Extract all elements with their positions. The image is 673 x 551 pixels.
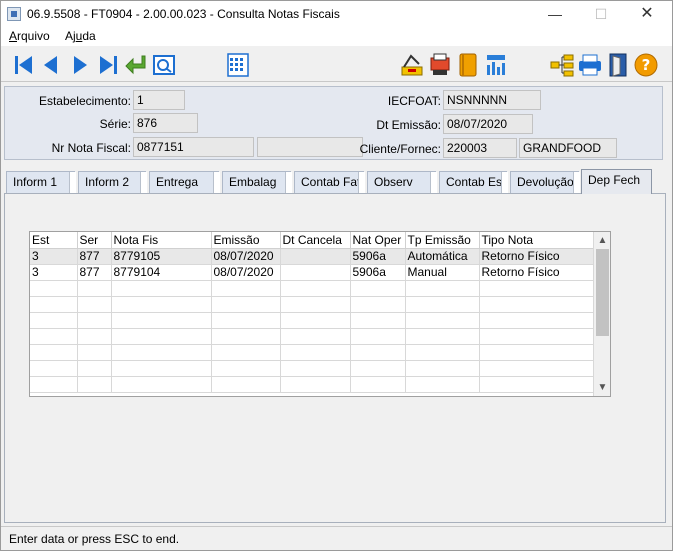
app-icon (7, 7, 21, 21)
menu-ajuda[interactable]: Ajuda (65, 29, 96, 43)
last-record-icon[interactable] (95, 52, 121, 78)
table-cell: 08/07/2020 (211, 264, 281, 281)
table-cell: 5906a (350, 264, 406, 281)
table-cell: 5906a (350, 248, 406, 265)
cliente-name-field[interactable]: GRANDFOOD (519, 138, 617, 158)
tab-inform-1[interactable]: Inform 1 (6, 171, 76, 194)
tab-observ[interactable]: Observ (367, 171, 437, 194)
column-header-emissao[interactable]: Emissão (211, 232, 281, 249)
exit-icon[interactable] (605, 52, 631, 78)
scroll-down-icon[interactable]: ▼ (594, 379, 610, 396)
empty-row[interactable] (30, 344, 594, 361)
next-record-icon[interactable] (67, 52, 93, 78)
nr-nota-fiscal-field[interactable]: 0877151 (133, 137, 254, 157)
menu-bar: Arquivo Ajuda (1, 27, 672, 46)
tab-dep-fech[interactable]: Dep Fech (581, 169, 652, 194)
column-header-nota-fis[interactable]: Nota Fis (111, 232, 212, 249)
tab-embalag[interactable]: Embalag (222, 171, 292, 194)
title-bar[interactable]: 06.9.5508 - FT0904 - 2.00.00.023 - Consu… (1, 1, 672, 27)
help-icon[interactable]: ? (633, 52, 659, 78)
table-cell (280, 248, 351, 265)
column-header-tipo-nota[interactable]: Tipo Nota (479, 232, 594, 249)
minimize-button[interactable]: — (532, 1, 578, 27)
iecfoat-field[interactable]: NSNNNNN (443, 90, 541, 110)
nr-nota-fiscal-label: Nr Nota Fiscal: (51, 141, 131, 155)
window-title: 06.9.5508 - FT0904 - 2.00.00.023 - Consu… (27, 7, 340, 21)
toolbar: ? (1, 46, 672, 82)
empty-row[interactable] (30, 376, 594, 393)
svg-text:?: ? (642, 56, 651, 74)
tab-contab-est[interactable]: Contab Est (439, 171, 508, 194)
scroll-up-icon[interactable]: ▲ (594, 232, 610, 249)
maximize-button[interactable]: ☐ (578, 1, 624, 27)
tab-strip: Inform 1 Inform 2 Entrega Embalag Contab… (4, 169, 666, 194)
notebook-icon[interactable] (455, 52, 481, 78)
header-panel: Estabelecimento: 1 Série: 876 Nr Nota Fi… (4, 86, 663, 160)
tab-contab-fat[interactable]: Contab Fat (294, 171, 365, 194)
first-record-icon[interactable] (11, 52, 37, 78)
scroll-thumb[interactable] (596, 249, 609, 336)
table-cell: 8779104 (111, 264, 212, 281)
table-cell: 3 (30, 248, 78, 265)
column-header-tp-emissao[interactable]: Tp Emissão (405, 232, 480, 249)
tree-icon[interactable] (549, 52, 575, 78)
estabelecimento-label: Estabelecimento: (38, 94, 131, 108)
dt-emissao-label: Dt Emissão: (376, 118, 441, 132)
serie-label: Série: (99, 117, 131, 131)
menu-arquivo[interactable]: Arquivo (9, 29, 50, 43)
table-header-row: Est Ser Nota Fis Emissão Dt Cancela Nat … (30, 232, 594, 249)
column-header-ser[interactable]: Ser (77, 232, 112, 249)
column-header-nat-oper[interactable]: Nat Oper (350, 232, 406, 249)
chart-icon[interactable] (483, 52, 509, 78)
table-cell: Automática (405, 248, 480, 265)
table-cell: Manual (405, 264, 480, 281)
table-cell: 08/07/2020 (211, 248, 281, 265)
dt-emissao-field[interactable]: 08/07/2020 (443, 114, 533, 134)
table-row[interactable]: 3 877 8779105 08/07/2020 5906a Automátic… (30, 248, 594, 265)
table-cell: Retorno Físico (479, 264, 594, 281)
grid-vertical-scrollbar[interactable]: ▲ ▼ (593, 232, 610, 396)
status-text: Enter data or press ESC to end. (9, 532, 180, 546)
column-header-dt-cancela[interactable]: Dt Cancela (280, 232, 351, 249)
empty-row[interactable] (30, 360, 594, 377)
estabelecimento-field[interactable]: 1 (133, 90, 185, 110)
column-header-est[interactable]: Est (30, 232, 78, 249)
table-cell (280, 264, 351, 281)
table-cell: Retorno Físico (479, 248, 594, 265)
empty-row[interactable] (30, 280, 594, 297)
table-cell: 877 (77, 264, 112, 281)
empty-row[interactable] (30, 312, 594, 329)
calendar-icon[interactable] (225, 52, 251, 78)
notes-table: Est Ser Nota Fis Emissão Dt Cancela Nat … (30, 232, 594, 393)
tab-entrega[interactable]: Entrega (149, 171, 220, 194)
previous-record-icon[interactable] (38, 52, 64, 78)
table-cell: 8779105 (111, 248, 212, 265)
cliente-fornec-label: Cliente/Fornec: (359, 142, 441, 156)
close-button[interactable]: ✕ (624, 1, 670, 27)
app-window: 06.9.5508 - FT0904 - 2.00.00.023 - Consu… (0, 0, 673, 551)
notes-grid[interactable]: Est Ser Nota Fis Emissão Dt Cancela Nat … (29, 231, 611, 397)
status-bar: Enter data or press ESC to end. (1, 526, 672, 550)
search-icon[interactable] (151, 52, 177, 78)
print-setup-icon[interactable] (427, 52, 453, 78)
serie-field[interactable]: 876 (133, 113, 198, 133)
tab-devolucao[interactable]: Devolução (510, 171, 580, 194)
go-to-icon[interactable] (123, 52, 149, 78)
table-row[interactable]: 3 877 8779104 08/07/2020 5906a Manual Re… (30, 264, 594, 281)
printer-icon[interactable] (577, 52, 603, 78)
cliente-code-field[interactable]: 220003 (443, 138, 517, 158)
table-cell: 3 (30, 264, 78, 281)
empty-row[interactable] (30, 328, 594, 345)
report-icon[interactable] (399, 52, 425, 78)
iecfoat-label: IECFOAT: (387, 94, 441, 108)
empty-row[interactable] (30, 296, 594, 313)
tab-inform-2[interactable]: Inform 2 (78, 171, 147, 194)
table-cell: 877 (77, 248, 112, 265)
